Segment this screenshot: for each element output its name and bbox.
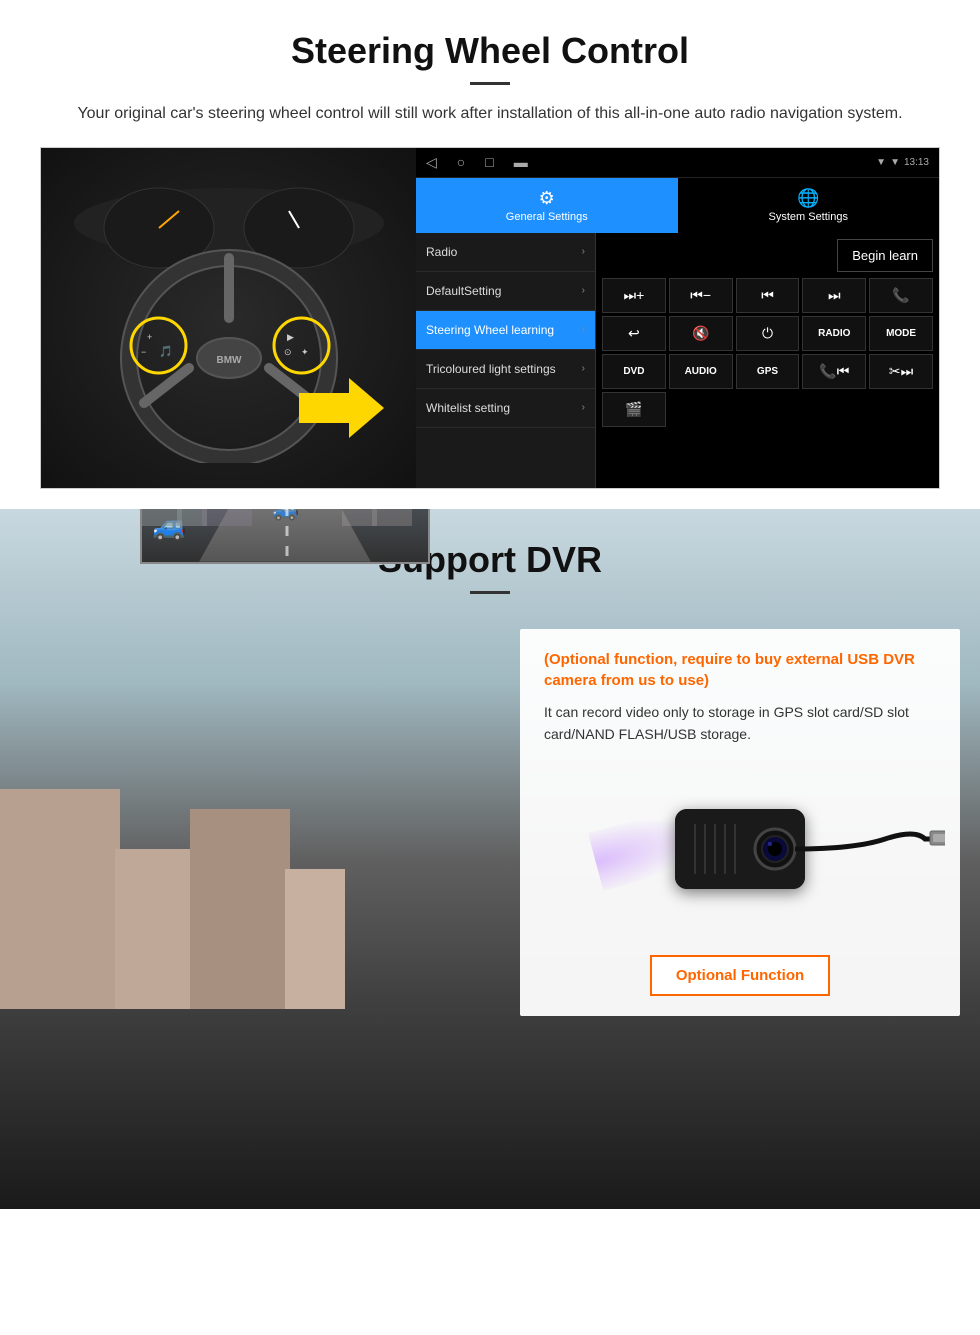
usb-cable-svg: [795, 819, 945, 879]
menu-item-steering-wheel[interactable]: Steering Wheel learning ›: [416, 311, 595, 350]
video-btn[interactable]: 🎬: [602, 392, 666, 427]
building-3: [190, 809, 290, 1009]
menu-area: Radio › DefaultSetting › Steering Wheel …: [416, 233, 939, 488]
camera-body: [675, 809, 805, 889]
begin-learn-row: Begin learn: [602, 239, 933, 272]
title-divider: [470, 82, 510, 85]
building-2: [115, 849, 195, 1009]
yellow-arrow: [289, 368, 389, 453]
menu-item-whitelist[interactable]: Whitelist setting ›: [416, 389, 595, 428]
dvr-screenshot-inner: 🚗 🚙 🚙: [142, 509, 428, 562]
chevron-icon-2: ›: [582, 324, 585, 335]
svg-text:▶: ▶: [287, 332, 294, 342]
recent-nav-btn[interactable]: □: [485, 154, 493, 171]
building-4: [285, 869, 345, 1009]
prev-track-btn[interactable]: ⏮: [736, 278, 800, 313]
tab-system-settings[interactable]: 🌐 System Settings: [678, 178, 940, 233]
chevron-icon-1: ›: [582, 285, 585, 296]
menu-nav-btn[interactable]: ▬: [514, 154, 528, 171]
back-nav-btn[interactable]: ◁: [426, 154, 437, 171]
signal-icon: ▼: [876, 157, 886, 168]
svg-text:−: −: [141, 347, 146, 357]
wifi-icon: ▼: [890, 157, 900, 168]
left-menu: Radio › DefaultSetting › Steering Wheel …: [416, 233, 596, 488]
dvd-btn[interactable]: DVD: [602, 354, 666, 389]
dvr-section: Support DVR (Optional function, require …: [0, 509, 980, 1209]
gps-btn[interactable]: GPS: [736, 354, 800, 389]
steering-section: Steering Wheel Control Your original car…: [0, 0, 980, 509]
begin-learn-button[interactable]: Begin learn: [837, 239, 933, 272]
svg-text:✦: ✦: [301, 347, 309, 357]
optional-orange-text: (Optional function, require to buy exter…: [544, 649, 936, 691]
power-btn[interactable]: ⏻: [736, 316, 800, 351]
building-1: [0, 789, 120, 1009]
next-track-btn[interactable]: ⏭: [802, 278, 866, 313]
vol-down-btn[interactable]: ⏮−: [669, 278, 733, 313]
chevron-icon-3: ›: [582, 363, 585, 374]
vol-up-btn[interactable]: ⏭+: [602, 278, 666, 313]
radio-btn[interactable]: RADIO: [802, 316, 866, 351]
steering-wheel-container: BMW + − 🎵 ▶ ⊙ ✦: [69, 173, 389, 463]
nav-buttons-row: ◁ ○ □ ▬ ▼ ▼ 13:13: [416, 148, 939, 178]
optional-function-button[interactable]: Optional Function: [650, 955, 830, 996]
menu-whitelist-label: Whitelist setting: [426, 401, 510, 415]
dvr-scene-svg: [142, 509, 430, 564]
steering-photo: BMW + − 🎵 ▶ ⊙ ✦: [41, 148, 416, 488]
tab-system-label: System Settings: [769, 211, 848, 223]
svg-text:BMW: BMW: [216, 355, 242, 366]
chevron-icon-0: ›: [582, 246, 585, 257]
settings-tabs: ⚙ General Settings 🌐 System Settings: [416, 178, 939, 233]
tab-general-label: General Settings: [506, 211, 588, 223]
dvr-description: It can record video only to storage in G…: [544, 701, 936, 746]
camera-assembly: [675, 809, 805, 889]
status-indicators: ▼ ▼ 13:13: [876, 154, 929, 171]
globe-icon: 🌐: [683, 188, 935, 209]
menu-tricoloured-label: Tricoloured light settings: [426, 362, 556, 376]
cut-next-btn[interactable]: ✂⏭: [869, 354, 933, 389]
control-grid: ⏭+ ⏮− ⏮ ⏭ 📞 ↩ 🔇 ⏻ RADIO MODE DVD AUDIO: [602, 278, 933, 427]
dvr-camera-image: [544, 759, 936, 939]
menu-radio-label: Radio: [426, 245, 457, 259]
menu-item-defaultsetting[interactable]: DefaultSetting ›: [416, 272, 595, 311]
menu-item-tricoloured[interactable]: Tricoloured light settings ›: [416, 350, 595, 389]
hang-up-btn[interactable]: ↩: [602, 316, 666, 351]
camera-svg: [675, 809, 805, 889]
dvr-divider: [470, 591, 510, 594]
menu-item-radio[interactable]: Radio ›: [416, 233, 595, 272]
mute-btn[interactable]: 🔇: [669, 316, 733, 351]
menu-default-label: DefaultSetting: [426, 284, 501, 298]
mode-btn[interactable]: MODE: [869, 316, 933, 351]
menu-steering-label: Steering Wheel learning: [426, 323, 554, 337]
dvr-content: Support DVR (Optional function, require …: [0, 509, 980, 644]
home-nav-btn[interactable]: ○: [457, 154, 465, 171]
control-panel: Begin learn ⏭+ ⏮− ⏮ ⏭ 📞 ↩ 🔇 ⏻ RADIO: [596, 233, 939, 488]
tab-general-settings[interactable]: ⚙ General Settings: [416, 178, 678, 233]
dvr-screenshot-preview: 🚗 🚙 🚙: [140, 509, 430, 564]
svg-text:⊙: ⊙: [284, 347, 292, 357]
svg-text:+: +: [147, 332, 152, 342]
steering-description: Your original car's steering wheel contr…: [60, 101, 920, 127]
android-ui: ◁ ○ □ ▬ ▼ ▼ 13:13 ⚙ General Settings 🌐: [416, 148, 939, 488]
svg-text:🎵: 🎵: [159, 345, 173, 358]
ui-screenshot: BMW + − 🎵 ▶ ⊙ ✦: [40, 147, 940, 489]
steering-title: Steering Wheel Control: [40, 30, 940, 72]
dvr-info-card: (Optional function, require to buy exter…: [520, 629, 960, 1017]
chevron-icon-4: ›: [582, 402, 585, 413]
clock: 13:13: [904, 157, 929, 168]
arrow-svg: [289, 368, 389, 448]
phone-btn[interactable]: 📞: [869, 278, 933, 313]
phone-prev-btn[interactable]: 📞⏮: [802, 354, 866, 389]
gear-icon: ⚙: [421, 188, 673, 209]
audio-btn[interactable]: AUDIO: [669, 354, 733, 389]
